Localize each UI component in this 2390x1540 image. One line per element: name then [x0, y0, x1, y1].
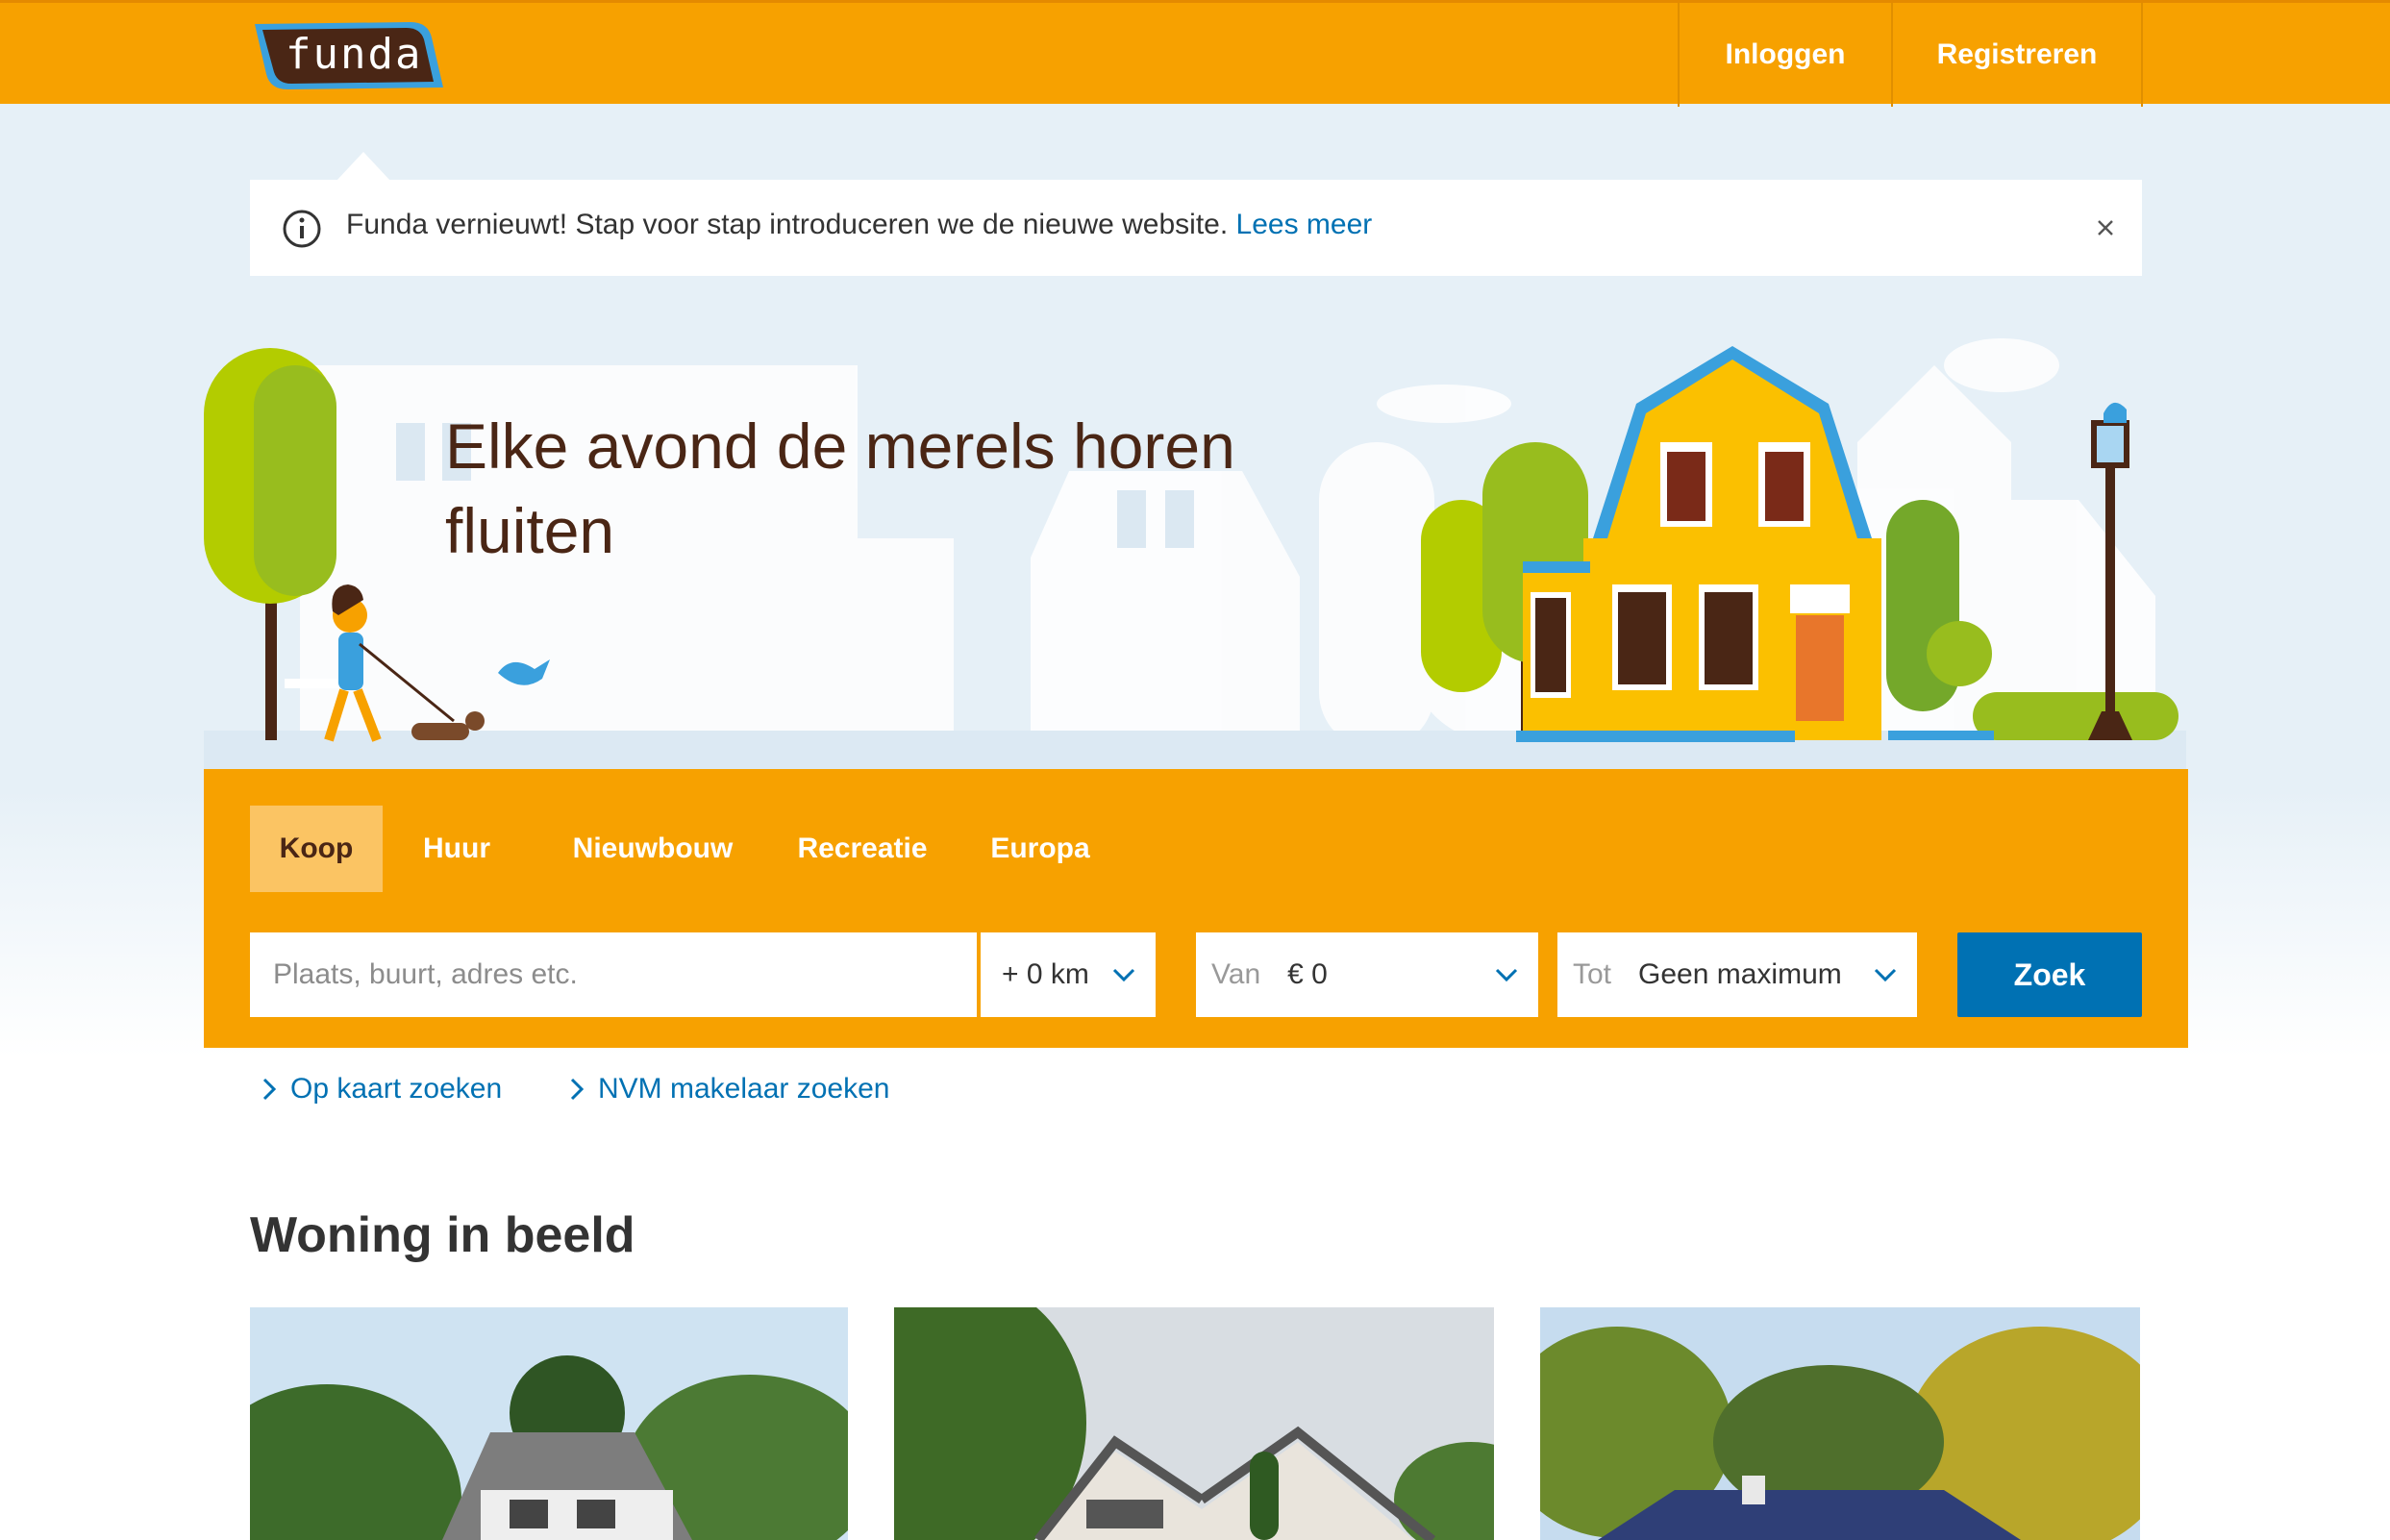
chevron-right-icon	[262, 1078, 277, 1101]
price-to-value: Geen maximum	[1638, 958, 1842, 990]
hero-title: Elke avond de merels horen fluiten	[445, 410, 1235, 566]
tab-recreatie[interactable]: Recreatie	[771, 806, 954, 892]
price-from-value: € 0	[1287, 958, 1328, 990]
location-search-input[interactable]	[250, 932, 977, 1017]
nvm-search-label: NVM makelaar zoeken	[598, 1073, 890, 1105]
register-button[interactable]: Registreren	[1891, 3, 2143, 107]
info-icon	[283, 210, 321, 248]
search-panel: Koop Huur Nieuwbouw Recreatie Europa + 0…	[204, 769, 2188, 1048]
notice-text: Funda vernieuwt! Stap voor stap introduc…	[346, 209, 1372, 241]
close-icon	[2098, 220, 2113, 236]
radius-select[interactable]: + 0 km	[981, 932, 1156, 1017]
featured-house-photo[interactable]	[250, 1307, 848, 1540]
chevron-down-icon	[1874, 968, 1897, 982]
announcement-banner: Funda vernieuwt! Stap voor stap introduc…	[250, 180, 2142, 276]
price-from-label: Van	[1211, 958, 1261, 990]
map-search-label: Op kaart zoeken	[290, 1073, 503, 1105]
section-title: Woning in beeld	[250, 1207, 635, 1263]
nvm-agent-search-link[interactable]: NVM makelaar zoeken	[569, 1073, 889, 1105]
top-navigation-bar: funda Inloggen Registreren	[0, 0, 2390, 107]
funda-logo[interactable]: funda	[249, 20, 445, 91]
price-to-select[interactable]: Tot Geen maximum	[1557, 932, 1917, 1017]
chevron-right-icon	[570, 1078, 585, 1101]
house-photo-image	[1540, 1307, 2140, 1540]
chevron-down-icon	[1495, 968, 1518, 982]
close-notice-button[interactable]	[2086, 209, 2125, 247]
tab-europa[interactable]: Europa	[963, 806, 1117, 892]
house-photo-image	[250, 1307, 848, 1540]
login-button[interactable]: Inloggen	[1678, 3, 1891, 107]
logo-text: funda	[286, 30, 423, 79]
location-field	[250, 932, 979, 1017]
price-from-select[interactable]: Van € 0	[1196, 932, 1538, 1017]
price-to-label: Tot	[1573, 958, 1612, 990]
read-more-link[interactable]: Lees meer	[1236, 209, 1373, 240]
featured-house-photo[interactable]	[1540, 1307, 2140, 1540]
notice-message: Funda vernieuwt! Stap voor stap introduc…	[346, 209, 1229, 240]
search-button[interactable]: Zoek	[1957, 932, 2142, 1017]
chevron-down-icon	[1112, 968, 1135, 982]
house-photo-image	[894, 1307, 1494, 1540]
tab-koop[interactable]: Koop	[250, 806, 383, 892]
tab-nieuwbouw[interactable]: Nieuwbouw	[542, 806, 763, 892]
tab-huur[interactable]: Huur	[404, 806, 510, 892]
notice-caret	[336, 152, 390, 181]
radius-value: + 0 km	[1002, 958, 1089, 990]
map-search-link[interactable]: Op kaart zoeken	[261, 1073, 502, 1105]
featured-house-photo[interactable]	[894, 1307, 1494, 1540]
